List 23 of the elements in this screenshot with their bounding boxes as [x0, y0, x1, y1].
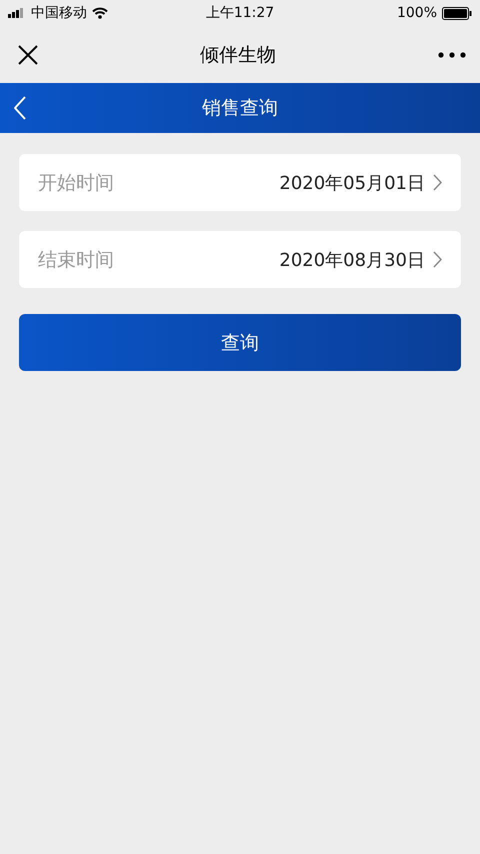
page-title: 倾伴生物	[200, 42, 276, 68]
close-icon	[18, 44, 38, 64]
date-field[interactable]: 结束时间 2020年08月30日	[19, 231, 461, 288]
battery-percent: 100%	[396, 5, 437, 21]
status-time: 上午11:27	[206, 4, 274, 22]
close-button[interactable]	[16, 42, 40, 66]
chevron-right-icon	[433, 251, 442, 268]
date-value: 2020年05月01日	[279, 172, 425, 194]
query-button[interactable]: 查询	[19, 314, 461, 371]
field-label: 开始时间	[38, 170, 115, 196]
date-value: 2020年08月30日	[279, 248, 425, 272]
carrier-name: 中国移动	[31, 4, 87, 22]
battery-icon	[442, 6, 472, 20]
signal-icon	[8, 8, 26, 18]
more-icon	[438, 52, 466, 58]
date-field[interactable]: 开始时间 2020年05月01日	[19, 154, 461, 211]
more-button[interactable]	[436, 50, 468, 60]
field-label: 结束时间	[38, 248, 115, 272]
back-icon	[14, 96, 26, 120]
header-title: 销售查询	[202, 96, 278, 121]
chevron-right-icon	[433, 174, 442, 191]
wifi-icon	[92, 7, 108, 19]
back-button[interactable]	[14, 96, 26, 120]
